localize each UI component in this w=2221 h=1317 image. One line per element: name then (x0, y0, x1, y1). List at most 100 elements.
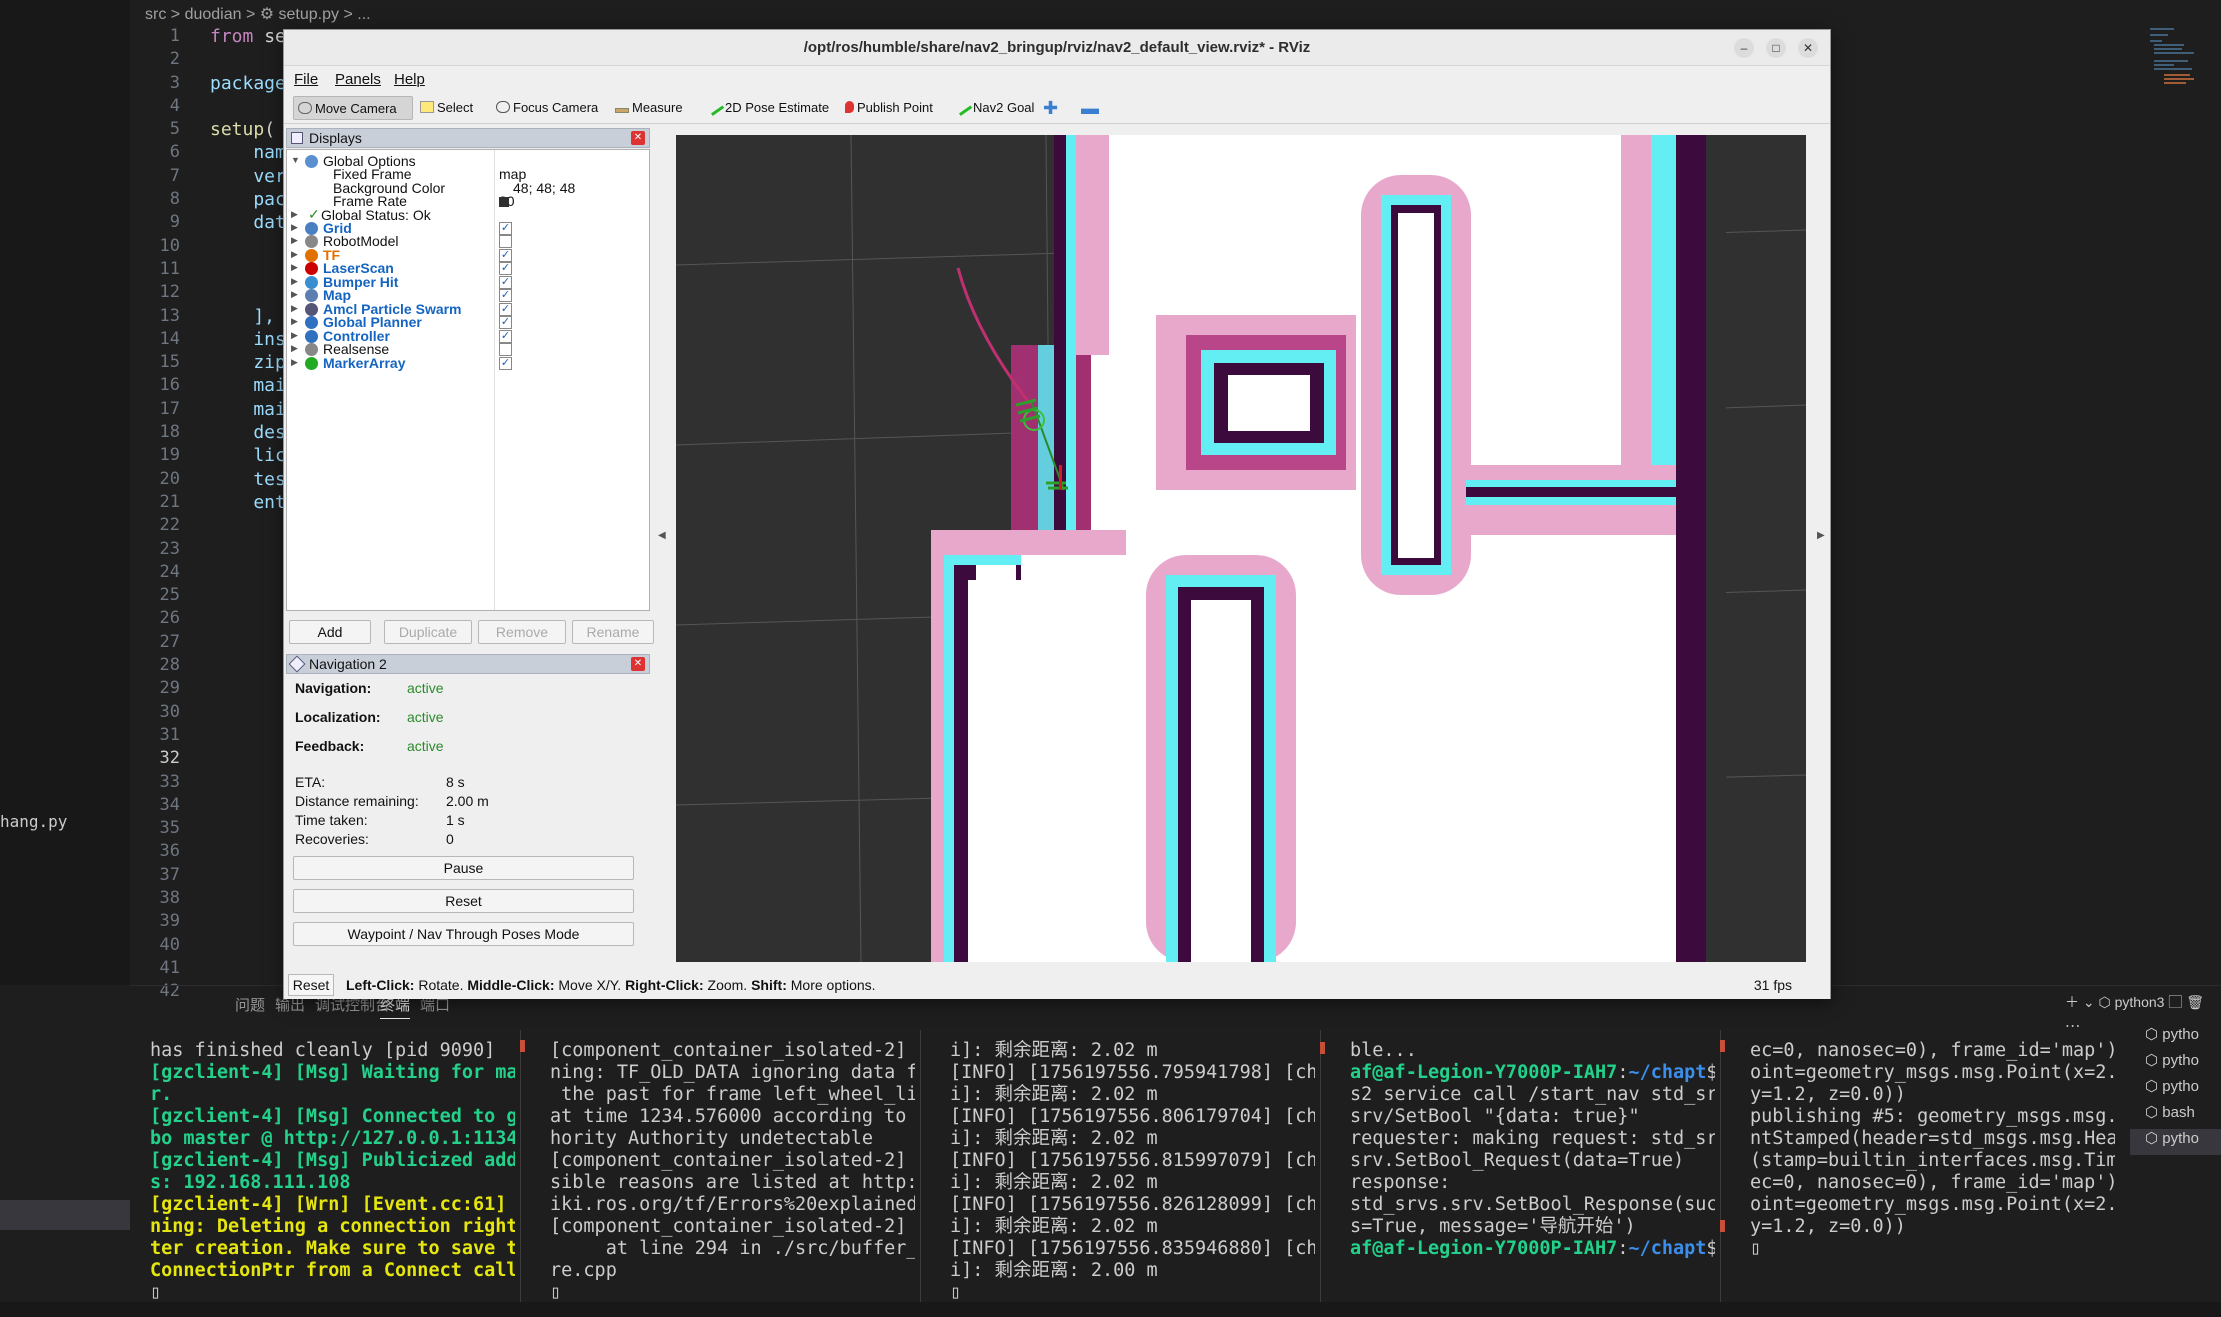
expand-arrow-icon[interactable]: ▶ (291, 222, 298, 233)
3d-viewport[interactable] (676, 135, 1806, 962)
tool-select[interactable]: Select (416, 96, 473, 120)
focus-camera-icon (496, 101, 510, 113)
line-number: 12 (159, 282, 180, 303)
display-checkbox[interactable]: ✓ (499, 356, 512, 370)
terminal-pane[interactable]: has finished cleanly [pid 9090] [gzclient… (150, 1040, 515, 1310)
feedback-status: Feedback: active (295, 738, 444, 754)
remove-tool-icon[interactable]: ▬ (1077, 96, 1099, 120)
expand-arrow-icon[interactable]: ▶ (291, 276, 298, 287)
terminal-list-item[interactable]: ⬡ pytho (2130, 1129, 2221, 1155)
pause-button[interactable]: Pause (293, 856, 634, 880)
terminal-divider[interactable] (920, 1030, 921, 1310)
terminal-line: at time 1234.576000 according to aut (550, 1106, 915, 1127)
expand-arrow-icon[interactable]: ▶ (291, 316, 298, 327)
line-number: 41 (159, 957, 180, 978)
terminal-pane[interactable]: i]: 剩余距离: 2.02 m [INFO] [1756197556.79594… (950, 1040, 1315, 1310)
terminal-line: std_srvs.srv.SetBool_Response(succes (1350, 1194, 1715, 1215)
navigation2-header[interactable]: Navigation 2 ✕ (286, 654, 650, 674)
rename-button[interactable]: Rename (572, 620, 654, 644)
line-number: 19 (159, 445, 180, 466)
breadcrumb[interactable]: src > duodian > ⚙ setup.py > ... (145, 4, 371, 24)
tool-move-camera[interactable]: Move Camera (293, 96, 413, 120)
menu-panels[interactable]: Panels (335, 71, 381, 88)
maximize-icon[interactable]: □ (1766, 38, 1786, 58)
expand-arrow-icon[interactable]: ▶ (291, 235, 298, 246)
map-pin-icon (845, 101, 854, 113)
terminal-line: srv/SetBool "{data: true}" (1350, 1106, 1640, 1127)
terminal-divider[interactable] (520, 1030, 521, 1310)
rviz-titlebar[interactable]: /opt/ros/humble/share/nav2_bringup/rviz/… (284, 30, 1830, 66)
displays-tree[interactable]: ▼ Global Options Fixed Frame map Background … (286, 149, 650, 611)
terminal-line: ▯ (150, 1282, 162, 1303)
terminal-pane[interactable]: [component_container_isolated-2] War ning… (550, 1040, 915, 1310)
terminal-divider[interactable] (1720, 1030, 1721, 1310)
navigation2-body: Navigation: active Localization: active … (286, 675, 650, 985)
explorer-selected-row[interactable] (0, 1200, 130, 1230)
waypoint-mode-button[interactable]: Waypoint / Nav Through Poses Mode (293, 922, 634, 946)
expand-arrow-icon[interactable]: ▶ (291, 289, 298, 300)
terminal-line: has finished cleanly [pid 9090] (150, 1040, 496, 1061)
tool-2d-pose-estimate[interactable]: 2D Pose Estimate (704, 96, 829, 120)
tool-focus-camera[interactable]: Focus Camera (492, 96, 598, 120)
expand-arrow-icon[interactable]: ▶ (291, 330, 298, 341)
displays-header[interactable]: Displays ✕ (286, 128, 650, 148)
duplicate-button[interactable]: Duplicate (384, 620, 472, 644)
terminal-list-item[interactable]: ⬡ pytho (2130, 1077, 2221, 1103)
terminal-pane[interactable]: ble... af@af-Legion-Y7000P-IAH7:~/chapt$ … (1350, 1040, 1715, 1310)
minimize-icon[interactable]: – (1734, 38, 1754, 58)
terminal-line: oint=geometry_msgs.msg.Point(x=2.5, (1750, 1062, 2115, 1083)
close-icon[interactable]: ✕ (631, 131, 645, 145)
expand-arrow-icon[interactable]: ▶ (291, 262, 298, 273)
expand-arrow-icon[interactable]: ▼ (291, 155, 300, 165)
terminal-list-item[interactable]: ⬡ pytho (2130, 1051, 2221, 1077)
line-number: 29 (159, 678, 180, 699)
line-number: 33 (159, 771, 180, 792)
recoveries-value: 0 (446, 831, 454, 847)
tool-measure[interactable]: Measure (611, 96, 683, 120)
collapse-right-icon[interactable]: ▶ (1817, 530, 1825, 541)
terminal-list-item[interactable]: ⬡ bash (2130, 1103, 2221, 1129)
terminal-line: i]: 剩余距离: 2.02 m (950, 1084, 1158, 1105)
terminal-line: ning: TF_OLD_DATA ignoring data from (550, 1062, 915, 1083)
line-number-gutter: 1 2 3 4 5 6 7 8 9 10 11 12 13 14 15 16 17 18 19 20 21 22 23 24 2… (135, 26, 180, 1004)
tool-nav2-goal[interactable]: Nav2 Goal (952, 96, 1034, 120)
monitor-icon (291, 132, 303, 144)
panel-tab[interactable]: 问题 (235, 994, 265, 1015)
add-tool-icon[interactable]: ✚ (1039, 96, 1058, 120)
expand-arrow-icon[interactable]: ▶ (291, 249, 298, 260)
close-icon[interactable]: ✕ (631, 657, 645, 671)
collapse-left-icon[interactable]: ◀ (658, 530, 666, 541)
line-number: 9 (169, 212, 180, 233)
status-reset-button[interactable]: Reset (288, 974, 334, 996)
terminal-line: srv.SetBool_Request(data=True) (1350, 1150, 1685, 1171)
terminal-line: [gzclient-4] [Msg] Publicized addres (150, 1150, 515, 1171)
terminal-divider[interactable] (1320, 1030, 1321, 1310)
terminal-line: sible reasons are listed at http://w (550, 1172, 915, 1193)
terminal-line: ec=0, nanosec=0), frame_id='map'), p (1750, 1040, 2115, 1061)
expand-arrow-icon[interactable]: ▶ (291, 343, 298, 354)
terminal-line: ConnectionPtr from a Connect call (150, 1260, 515, 1281)
menu-file[interactable]: File (294, 71, 318, 88)
minimap[interactable] (2148, 26, 2208, 106)
terminal-list-item[interactable]: ⬡ pytho (2130, 1025, 2221, 1051)
line-number: 13 (159, 305, 180, 326)
menu-help[interactable]: Help (394, 71, 425, 88)
select-icon (420, 101, 434, 113)
terminal-line: [INFO] [1756197556.815997079] [chesh (950, 1150, 1315, 1171)
reset-button[interactable]: Reset (293, 889, 634, 913)
tool-publish-point[interactable]: Publish Point (841, 96, 933, 120)
eta-row: ETA: 8 s (295, 774, 465, 790)
add-button[interactable]: Add (289, 620, 371, 644)
terminal-line: [INFO] [1756197556.826128099] [chesh (950, 1194, 1315, 1215)
explorer-file-item[interactable]: hang.py (0, 812, 67, 831)
close-icon[interactable]: ✕ (1798, 38, 1818, 58)
line-number: 14 (159, 328, 180, 349)
line-number: 5 (169, 119, 180, 140)
terminal-line: s2 service call /start_nav std_srvs/ (1350, 1084, 1715, 1105)
remove-button[interactable]: Remove (478, 620, 566, 644)
display-row[interactable]: ▶ MarkerArray ✓ (287, 354, 649, 373)
expand-arrow-icon[interactable]: ▶ (291, 357, 298, 368)
terminal-line: [gzclient-4] [Msg] Waiting for maste (150, 1062, 515, 1083)
expand-arrow-icon[interactable]: ▶ (291, 303, 298, 314)
terminal-pane[interactable]: ec=0, nanosec=0), frame_id='map'), p oint… (1750, 1040, 2115, 1310)
